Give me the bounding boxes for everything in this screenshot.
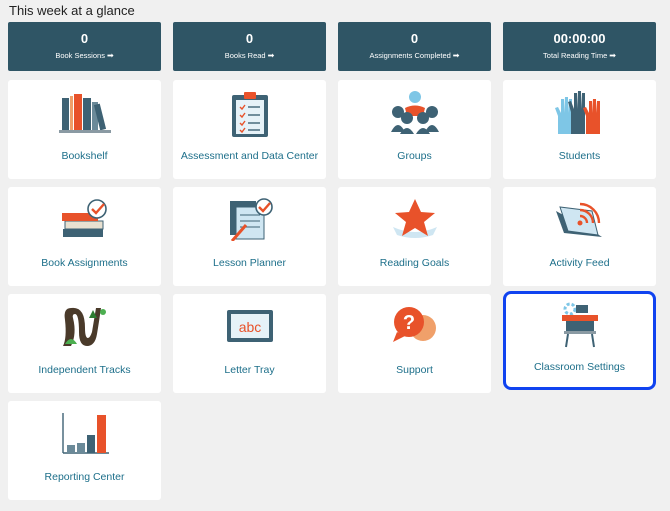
stat-book-sessions[interactable]: 0 Book Sessions ➡ xyxy=(8,22,161,71)
page-heading: This week at a glance xyxy=(9,3,135,18)
tile-label: Groups xyxy=(397,150,432,162)
bar-chart-icon xyxy=(61,413,109,454)
arrow-right-icon: ➡ xyxy=(609,51,616,60)
tile-label: Assessment and Data Center xyxy=(180,150,319,162)
tile-label: Lesson Planner xyxy=(213,257,286,269)
arrow-right-icon: ➡ xyxy=(106,51,114,60)
stat-total-reading-time[interactable]: 00:00:00 Total Reading Time ➡ xyxy=(503,22,656,71)
tile-students[interactable]: Students xyxy=(503,80,656,179)
star-icon xyxy=(392,199,437,238)
open-book-feed-icon xyxy=(555,202,602,237)
tile-independent-tracks[interactable]: Independent Tracks xyxy=(8,294,161,393)
stat-label: Book Sessions xyxy=(55,51,105,60)
tile-classroom-settings[interactable]: Classroom Settings xyxy=(503,291,656,390)
arrow-right-icon: ➡ xyxy=(267,51,275,60)
tile-assessment-data-center[interactable]: Assessment and Data Center xyxy=(173,80,326,179)
tile-groups[interactable]: Groups xyxy=(338,80,491,179)
tile-label: Activity Feed xyxy=(549,257,610,269)
stat-books-read[interactable]: 0 Books Read ➡ xyxy=(173,22,326,71)
tile-book-assignments[interactable]: Book Assignments xyxy=(8,187,161,286)
tile-label: Classroom Settings xyxy=(533,361,626,373)
tile-label: Bookshelf xyxy=(61,150,108,162)
tile-activity-feed[interactable]: Activity Feed xyxy=(503,187,656,286)
tile-support[interactable]: ? Support xyxy=(338,294,491,393)
tile-letter-tray[interactable]: abc Letter Tray xyxy=(173,294,326,393)
group-icon xyxy=(390,91,439,134)
stat-label: Books Read xyxy=(224,51,266,60)
stat-value: 0 xyxy=(245,31,254,46)
book-stack-check-icon xyxy=(61,199,107,237)
tile-label: Letter Tray xyxy=(224,364,275,376)
tile-reporting-center[interactable]: Reporting Center xyxy=(8,401,161,500)
lesson-plan-icon xyxy=(229,198,273,241)
bookshelf-icon xyxy=(58,94,111,133)
question-bubble-icon: ? xyxy=(392,307,436,342)
tile-reading-goals[interactable]: Reading Goals xyxy=(338,187,491,286)
abc-board-icon: abc xyxy=(226,310,273,342)
svg-text:?: ? xyxy=(402,312,414,334)
tile-label: Book Assignments xyxy=(41,257,128,269)
stat-label: Total Reading Time xyxy=(543,51,608,60)
tile-label: Independent Tracks xyxy=(38,364,131,376)
stat-value: 0 xyxy=(410,31,419,46)
stat-value: 0 xyxy=(80,31,89,46)
stat-assignments-completed[interactable]: 0 Assignments Completed ➡ xyxy=(338,22,491,71)
tile-label: Students xyxy=(558,150,601,162)
stat-value: 00:00:00 xyxy=(553,31,606,46)
tile-label: Reporting Center xyxy=(44,471,125,483)
tile-label: Support xyxy=(396,364,433,376)
arrow-right-icon: ➡ xyxy=(452,51,460,60)
clipboard-icon xyxy=(231,92,268,137)
stat-label: Assignments Completed xyxy=(369,51,451,60)
tile-bookshelf[interactable]: Bookshelf xyxy=(8,80,161,179)
svg-text:abc: abc xyxy=(238,319,261,335)
raised-hands-icon xyxy=(554,91,600,134)
winding-path-icon xyxy=(62,307,106,346)
desk-gear-icon xyxy=(561,302,598,348)
tile-lesson-planner[interactable]: Lesson Planner xyxy=(173,187,326,286)
tile-label: Reading Goals xyxy=(379,257,450,269)
